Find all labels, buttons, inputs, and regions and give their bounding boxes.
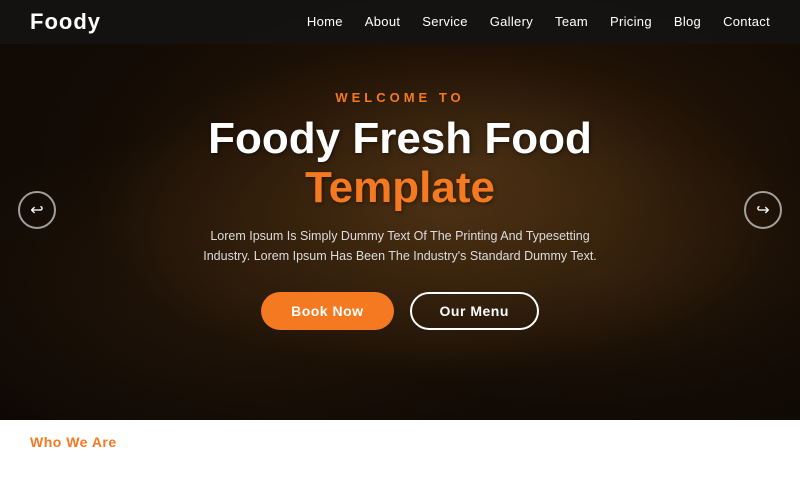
book-now-button[interactable]: Book Now [261, 292, 393, 330]
nav-link-service[interactable]: Service [422, 14, 467, 29]
brand-logo[interactable]: Foody [30, 9, 101, 35]
hero-section: ↩ Welcome To Foody Fresh Food Template L… [0, 0, 800, 420]
navbar: Foody Home About Service Gallery Team Pr… [0, 0, 800, 44]
nav-link-contact[interactable]: Contact [723, 14, 770, 29]
hero-buttons: Book Now Our Menu [120, 292, 680, 330]
below-hero-section: Who We Are [0, 420, 800, 500]
nav-item-service[interactable]: Service [422, 13, 467, 31]
hero-welcome-text: Welcome To [120, 90, 680, 105]
nav-item-team[interactable]: Team [555, 13, 588, 31]
hero-subtitle: Lorem Ipsum Is Simply Dummy Text Of The … [190, 226, 610, 266]
arrow-right-icon: ↪ [756, 200, 769, 220]
hero-title-highlight: Template [305, 163, 495, 212]
arrow-left-icon: ↩ [30, 200, 43, 220]
hero-next-button[interactable]: ↪ [744, 191, 782, 229]
nav-menu: Home About Service Gallery Team Pricing … [307, 13, 770, 31]
hero-title-text: Foody Fresh Food [208, 114, 592, 163]
nav-item-contact[interactable]: Contact [723, 13, 770, 31]
nav-item-home[interactable]: Home [307, 13, 343, 31]
nav-item-gallery[interactable]: Gallery [490, 13, 533, 31]
our-menu-button[interactable]: Our Menu [410, 292, 539, 330]
nav-item-about[interactable]: About [365, 13, 400, 31]
hero-title: Foody Fresh Food Template [120, 115, 680, 212]
hero-prev-button[interactable]: ↩ [18, 191, 56, 229]
nav-link-pricing[interactable]: Pricing [610, 14, 652, 29]
nav-link-home[interactable]: Home [307, 14, 343, 29]
nav-item-pricing[interactable]: Pricing [610, 13, 652, 31]
nav-item-blog[interactable]: Blog [674, 13, 701, 31]
hero-content: Welcome To Foody Fresh Food Template Lor… [100, 90, 700, 330]
nav-link-about[interactable]: About [365, 14, 400, 29]
nav-link-gallery[interactable]: Gallery [490, 14, 533, 29]
nav-link-blog[interactable]: Blog [674, 14, 701, 29]
nav-link-team[interactable]: Team [555, 14, 588, 29]
who-we-are-label: Who We Are [30, 434, 117, 450]
